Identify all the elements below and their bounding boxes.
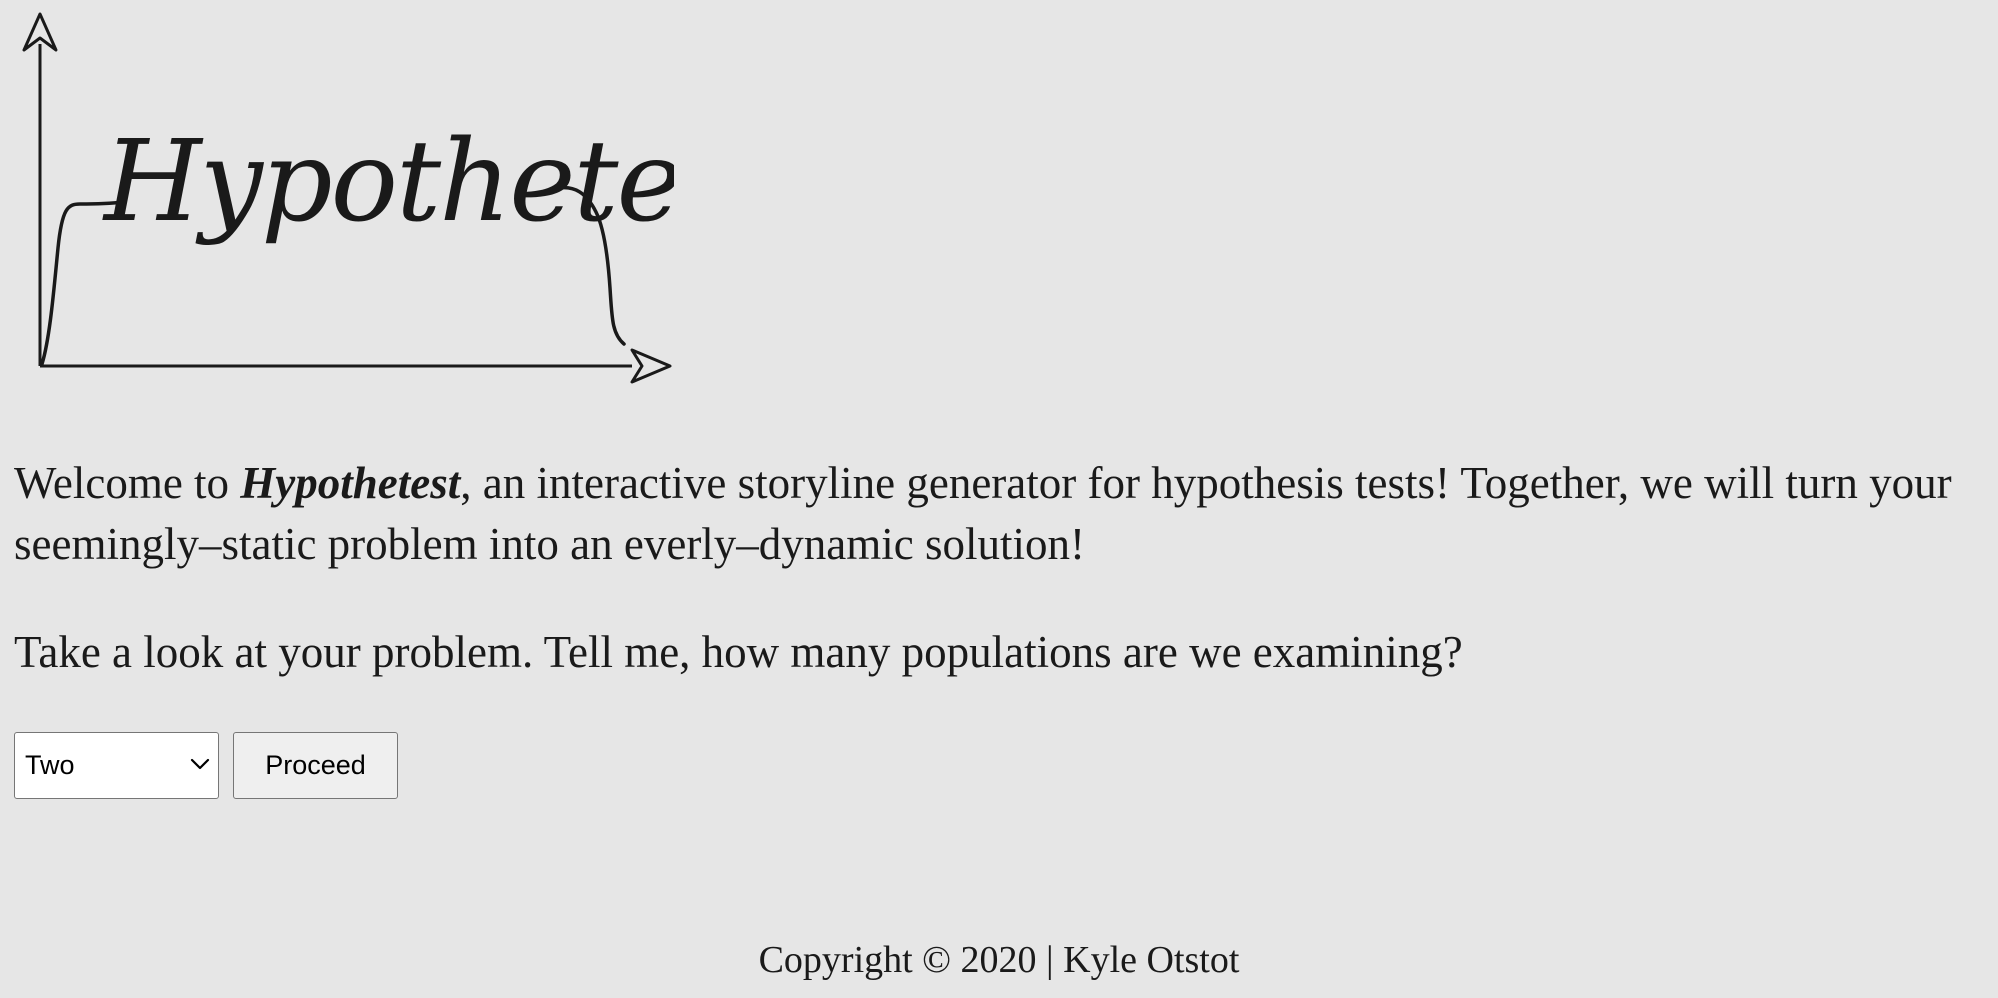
population-question: Take a look at your problem. Tell me, ho… <box>14 627 1463 677</box>
logo-graph-icon: Hypothetest <box>22 12 784 384</box>
controls-row: Two Proceed <box>14 732 398 799</box>
intro-brand: Hypothetest <box>240 458 461 508</box>
population-count-select[interactable]: Two <box>14 732 219 799</box>
chevron-down-icon <box>190 758 210 770</box>
logo-wordmark: Hypothetest <box>102 117 674 247</box>
population-count-value: Two <box>25 750 75 780</box>
copyright-footer: Copyright © 2020 | Kyle Otstot <box>758 939 1240 981</box>
hypothetest-logo: Hypothetest <box>14 8 784 388</box>
intro-prefix: Welcome to <box>14 458 241 508</box>
intro-paragraph: Welcome to Hypothetest, an interactive s… <box>14 453 1986 575</box>
proceed-button[interactable]: Proceed <box>233 732 398 799</box>
